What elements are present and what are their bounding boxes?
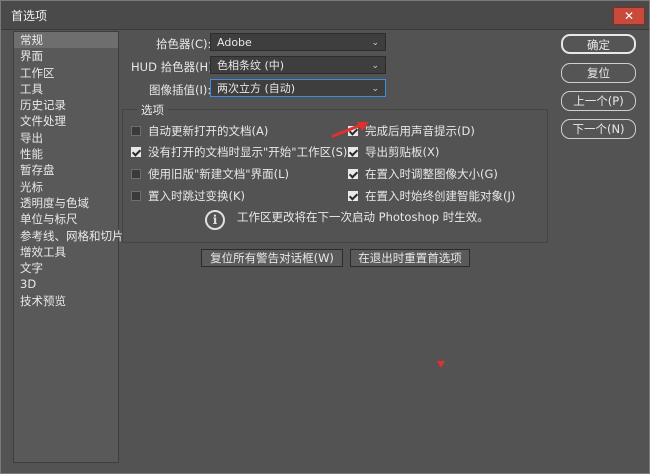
next-button[interactable]: 下一个(N) bbox=[561, 119, 636, 139]
sidebar-item-cursors[interactable]: 光标 bbox=[14, 179, 118, 195]
preferences-dialog: 首选项 ✕ 常规 界面 工作区 工具 历史记录 文件处理 导出 性能 暂存盘 光… bbox=[0, 0, 650, 474]
legacy-new-document-label: 使用旧版"新建文档"界面(L) bbox=[148, 167, 289, 181]
hud-color-picker-select[interactable]: 色相条纹 (中) ⌄ bbox=[210, 56, 386, 74]
skip-transform-checkbox[interactable]: 置入时跳过变换(K) bbox=[131, 188, 245, 204]
always-smart-objects-checkbox[interactable]: 在置入时始终创建智能对象(J) bbox=[348, 188, 515, 204]
title-bar: 首选项 ✕ bbox=[1, 1, 649, 30]
prev-button[interactable]: 上一个(P) bbox=[561, 91, 636, 111]
close-button[interactable]: ✕ bbox=[613, 7, 645, 25]
color-picker-value: Adobe bbox=[217, 36, 252, 49]
annotation-arrow-icon bbox=[331, 122, 369, 138]
sidebar-item-interface[interactable]: 界面 bbox=[14, 48, 118, 64]
color-picker-label: 拾色器(C): bbox=[156, 37, 212, 51]
resize-on-place-checkbox[interactable]: 在置入时调整图像大小(G) bbox=[348, 166, 498, 182]
checkbox-unchecked[interactable] bbox=[131, 169, 141, 179]
reset-all-warnings-button[interactable]: 复位所有警告对话框(W) bbox=[201, 249, 343, 267]
checkbox-unchecked[interactable] bbox=[131, 126, 141, 136]
reset-prefs-on-quit-button[interactable]: 在退出时重置首选项 bbox=[350, 249, 470, 267]
hud-color-picker-label: HUD 拾色器(H): bbox=[131, 60, 217, 74]
sidebar-item-file-handling[interactable]: 文件处理 bbox=[14, 113, 118, 129]
hud-color-picker-value: 色相条纹 (中) bbox=[217, 59, 285, 72]
export-clipboard-checkbox[interactable]: 导出剪贴板(X) bbox=[348, 144, 439, 160]
checkbox-checked[interactable] bbox=[348, 169, 358, 179]
window-title: 首选项 bbox=[11, 9, 48, 23]
checkbox-checked[interactable] bbox=[348, 147, 358, 157]
info-message: 工作区更改将在下一次启动 Photoshop 时生效。 bbox=[237, 210, 489, 224]
chevron-down-icon: ⌄ bbox=[371, 61, 379, 71]
chevron-down-icon: ⌄ bbox=[371, 38, 379, 48]
ok-button[interactable]: 确定 bbox=[561, 34, 636, 54]
sidebar-item-export[interactable]: 导出 bbox=[14, 130, 118, 146]
legacy-new-document-checkbox[interactable]: 使用旧版"新建文档"界面(L) bbox=[131, 166, 289, 182]
auto-update-open-docs-label: 自动更新打开的文档(A) bbox=[148, 124, 269, 138]
color-picker-select[interactable]: Adobe ⌄ bbox=[210, 33, 386, 51]
checkbox-checked[interactable] bbox=[348, 191, 358, 201]
info-icon: i bbox=[205, 210, 225, 230]
skip-transform-label: 置入时跳过变换(K) bbox=[148, 189, 246, 203]
sidebar-item-type[interactable]: 文字 bbox=[14, 260, 118, 276]
sidebar-item-3d[interactable]: 3D bbox=[14, 276, 118, 292]
sidebar-item-general[interactable]: 常规 bbox=[14, 32, 118, 49]
sidebar-item-performance[interactable]: 性能 bbox=[14, 146, 118, 162]
image-interpolation-label: 图像插值(I): bbox=[149, 83, 212, 97]
sidebar-item-transparency-gamut[interactable]: 透明度与色域 bbox=[14, 195, 118, 211]
reset-button[interactable]: 复位 bbox=[561, 63, 636, 83]
image-interpolation-value: 两次立方 (自动) bbox=[217, 82, 296, 95]
sidebar-item-technology-previews[interactable]: 技术预览 bbox=[14, 293, 118, 309]
image-interpolation-select[interactable]: 两次立方 (自动) ⌄ bbox=[210, 79, 386, 97]
always-smart-objects-label: 在置入时始终创建智能对象(J) bbox=[365, 189, 516, 203]
show-start-workspace-label: 没有打开的文档时显示"开始"工作区(S) bbox=[148, 145, 348, 159]
sidebar-item-history-log[interactable]: 历史记录 bbox=[14, 97, 118, 113]
sidebar-item-plugins[interactable]: 增效工具 bbox=[14, 244, 118, 260]
close-icon: ✕ bbox=[623, 9, 635, 23]
sidebar-item-workspace[interactable]: 工作区 bbox=[14, 65, 118, 81]
export-clipboard-label: 导出剪贴板(X) bbox=[365, 145, 440, 159]
checkbox-checked[interactable] bbox=[131, 147, 141, 157]
cursor-marker-icon bbox=[437, 361, 445, 368]
sidebar-item-scratch-disks[interactable]: 暂存盘 bbox=[14, 162, 118, 178]
show-start-workspace-checkbox[interactable]: 没有打开的文档时显示"开始"工作区(S) bbox=[131, 144, 347, 160]
sidebar-item-tools[interactable]: 工具 bbox=[14, 81, 118, 97]
sidebar-item-units-rulers[interactable]: 单位与标尺 bbox=[14, 211, 118, 227]
options-legend: 选项 bbox=[137, 102, 168, 118]
sidebar-item-guides-grid-slices[interactable]: 参考线、网格和切片 bbox=[14, 228, 124, 244]
beep-when-done-label: 完成后用声音提示(D) bbox=[365, 124, 475, 138]
auto-update-open-docs-checkbox[interactable]: 自动更新打开的文档(A) bbox=[131, 123, 268, 139]
chevron-down-icon: ⌄ bbox=[371, 84, 379, 94]
sidebar: 常规 界面 工作区 工具 历史记录 文件处理 导出 性能 暂存盘 光标 透明度与… bbox=[13, 31, 124, 463]
checkbox-unchecked[interactable] bbox=[131, 191, 141, 201]
resize-on-place-label: 在置入时调整图像大小(G) bbox=[365, 167, 498, 181]
